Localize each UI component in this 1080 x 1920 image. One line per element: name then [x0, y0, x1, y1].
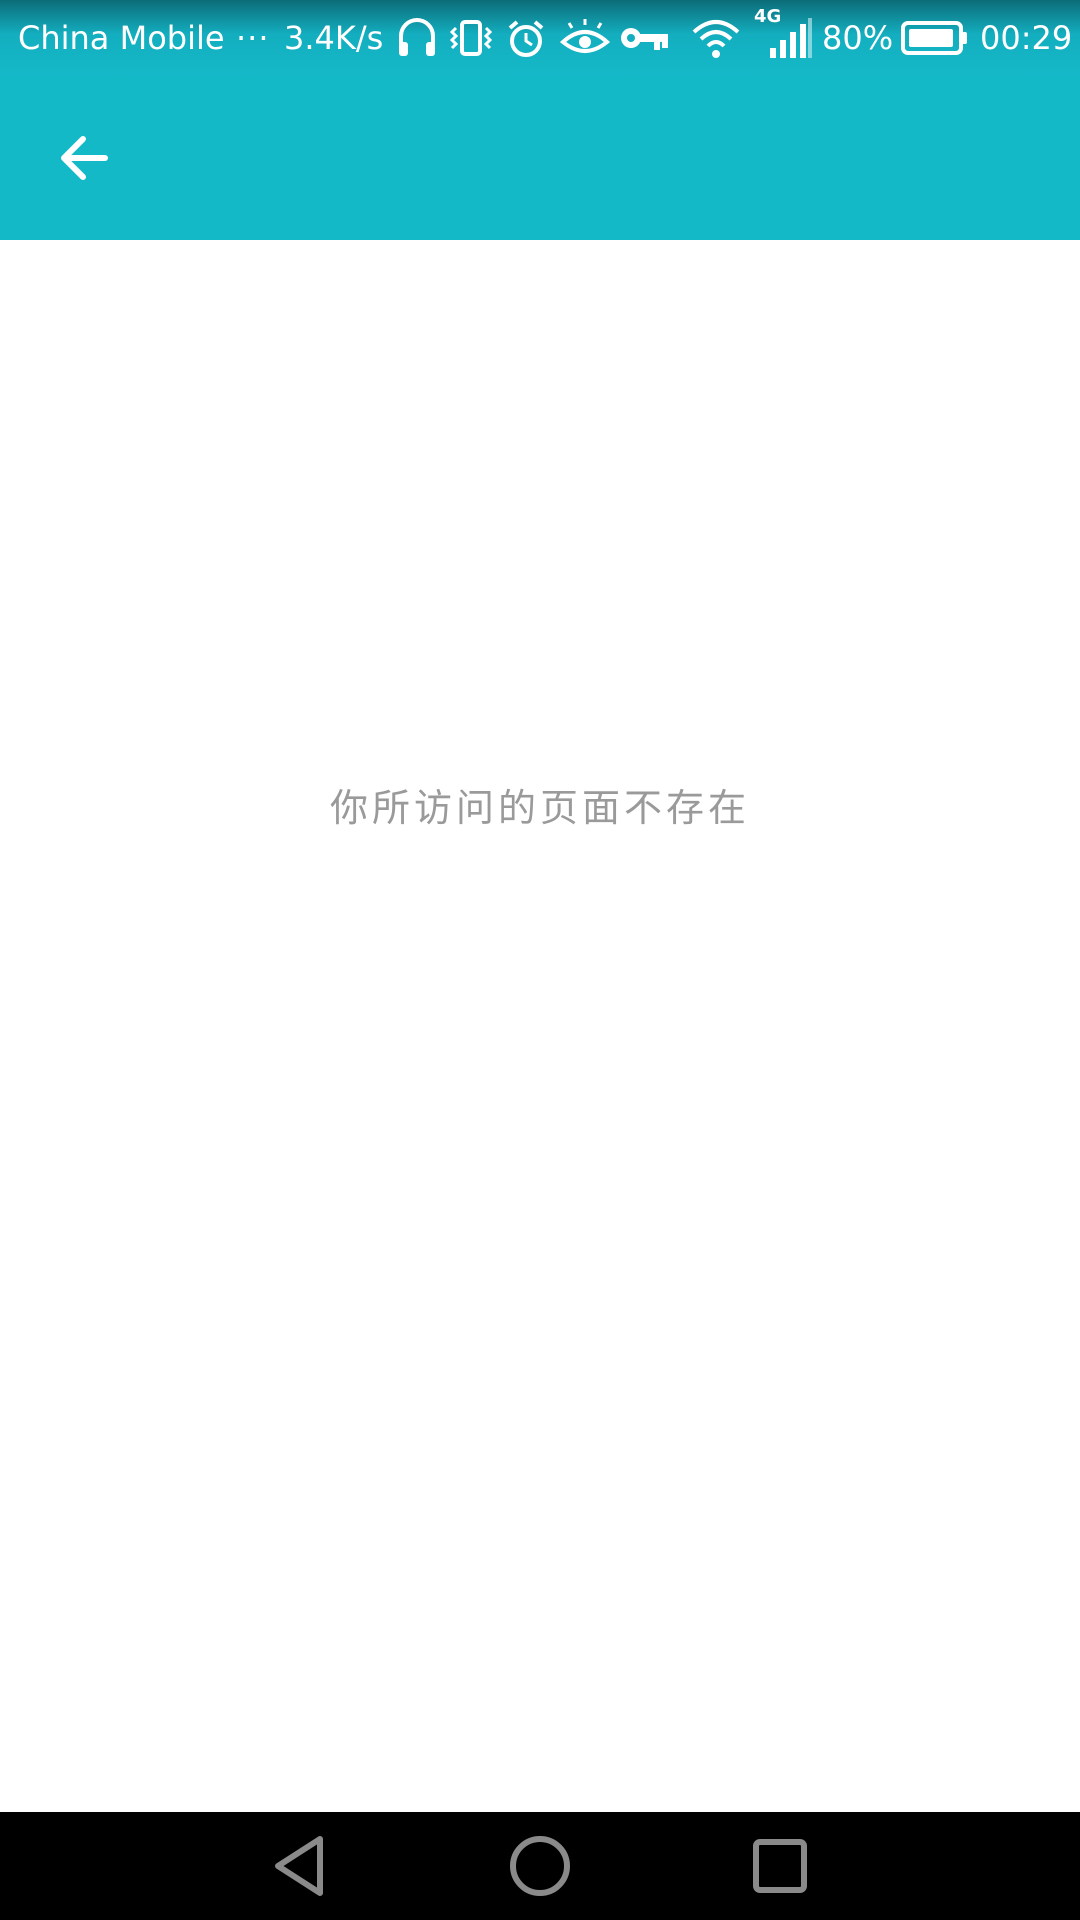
navigation-bar	[0, 1812, 1080, 1920]
screen: China Mobile ··· 3.4K/s 4G 80% 00:29 你所访…	[0, 0, 1080, 1920]
home-circle-icon	[510, 1836, 570, 1896]
wifi-icon	[690, 14, 742, 62]
nav-home-button[interactable]	[500, 1826, 580, 1906]
network-speed: 3.4K/s	[284, 19, 384, 57]
eye-icon	[560, 14, 610, 62]
back-triangle-icon	[275, 1836, 323, 1896]
nav-back-button[interactable]	[260, 1826, 340, 1906]
app-bar	[0, 76, 1080, 240]
recents-square-icon	[753, 1839, 807, 1893]
battery-icon	[900, 14, 970, 62]
content-area: 你所访问的页面不存在	[0, 240, 1080, 1812]
key-icon	[618, 14, 670, 62]
status-bar: China Mobile ··· 3.4K/s 4G 80% 00:29	[0, 0, 1080, 76]
more-notifications: ···	[236, 19, 270, 57]
headphones-icon	[396, 14, 438, 62]
arrow-left-icon	[61, 136, 108, 180]
carrier-name: China Mobile	[18, 19, 225, 57]
back-button[interactable]	[40, 114, 128, 202]
alarm-icon	[504, 14, 548, 62]
clock-time: 00:29	[980, 19, 1073, 57]
signal-icon	[766, 14, 814, 62]
vibrate-icon	[448, 14, 494, 62]
page-not-found-message: 你所访问的页面不存在	[329, 786, 750, 830]
battery-percent: 80%	[822, 19, 894, 57]
nav-recents-button[interactable]	[740, 1826, 820, 1906]
